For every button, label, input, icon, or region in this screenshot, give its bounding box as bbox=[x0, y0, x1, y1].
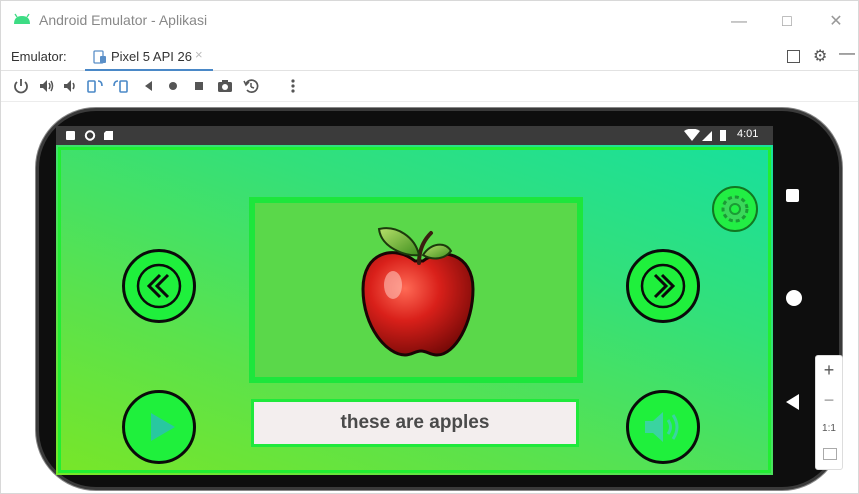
next-button[interactable] bbox=[626, 249, 700, 323]
app-frame: these are apples bbox=[58, 147, 771, 473]
more-icon[interactable] bbox=[283, 76, 303, 96]
caption-text: these are apples bbox=[340, 412, 490, 433]
device-tab-label: Pixel 5 API 26 bbox=[111, 49, 192, 64]
sound-button[interactable] bbox=[626, 390, 700, 464]
hide-icon[interactable]: — bbox=[839, 45, 855, 63]
rotate-left-icon[interactable] bbox=[85, 76, 105, 96]
home-nav-icon[interactable] bbox=[786, 290, 802, 306]
window-title: Android Emulator - Aplikasi bbox=[39, 12, 208, 28]
speaker-icon bbox=[645, 412, 679, 442]
device-icon bbox=[93, 50, 106, 64]
minimize-button[interactable]: — bbox=[724, 7, 754, 37]
caption-box: these are apples bbox=[251, 399, 579, 447]
status-time: 4:01 bbox=[737, 128, 759, 140]
emulator-label: Emulator: bbox=[11, 49, 67, 64]
settings-gear-icon bbox=[721, 195, 749, 223]
home-icon[interactable] bbox=[163, 76, 183, 96]
volume-up-icon[interactable] bbox=[37, 76, 57, 96]
device-tab[interactable]: Pixel 5 API 26 × bbox=[85, 43, 213, 71]
android-icon bbox=[14, 13, 30, 24]
status-bar: 4:01 bbox=[56, 126, 773, 145]
zoom-fit-icon[interactable] bbox=[823, 448, 837, 460]
wifi-signal-battery-icons bbox=[684, 129, 726, 141]
tab-row: Emulator: Pixel 5 API 26 × ⚙ — bbox=[1, 43, 858, 71]
play-icon bbox=[151, 413, 175, 441]
apple-image bbox=[361, 227, 475, 357]
play-button[interactable] bbox=[122, 390, 196, 464]
gear-icon[interactable]: ⚙ bbox=[813, 46, 827, 66]
maximize-button[interactable]: □ bbox=[772, 7, 802, 37]
close-button[interactable]: ✕ bbox=[821, 7, 851, 37]
snapshot-icon[interactable] bbox=[241, 76, 261, 96]
previous-button[interactable] bbox=[122, 249, 196, 323]
back-nav-icon[interactable] bbox=[786, 394, 799, 410]
camera-icon[interactable] bbox=[215, 76, 235, 96]
overview-icon[interactable] bbox=[189, 76, 209, 96]
emulator-toolbar bbox=[1, 72, 858, 102]
device-screen: 4:01 these are apples bbox=[56, 126, 773, 475]
layout-icon[interactable] bbox=[787, 50, 800, 63]
tab-close-icon[interactable]: × bbox=[195, 47, 203, 62]
volume-down-icon[interactable] bbox=[61, 76, 81, 96]
back-icon[interactable] bbox=[139, 76, 159, 96]
title-bar: Android Emulator - Aplikasi — □ ✕ bbox=[1, 1, 858, 43]
double-chevron-left-icon bbox=[136, 263, 182, 309]
overview-nav-icon[interactable] bbox=[786, 189, 799, 202]
image-panel bbox=[249, 197, 583, 383]
zoom-controls: + − 1:1 bbox=[815, 355, 843, 470]
zoom-out-button[interactable]: − bbox=[816, 390, 842, 411]
double-chevron-right-icon bbox=[640, 263, 686, 309]
power-icon[interactable] bbox=[11, 76, 31, 96]
zoom-in-button[interactable]: + bbox=[816, 360, 842, 381]
zoom-one-to-one-button[interactable]: 1:1 bbox=[816, 423, 842, 434]
rotate-right-icon[interactable] bbox=[111, 76, 131, 96]
notification-icons bbox=[66, 130, 113, 141]
settings-button[interactable] bbox=[712, 186, 758, 232]
